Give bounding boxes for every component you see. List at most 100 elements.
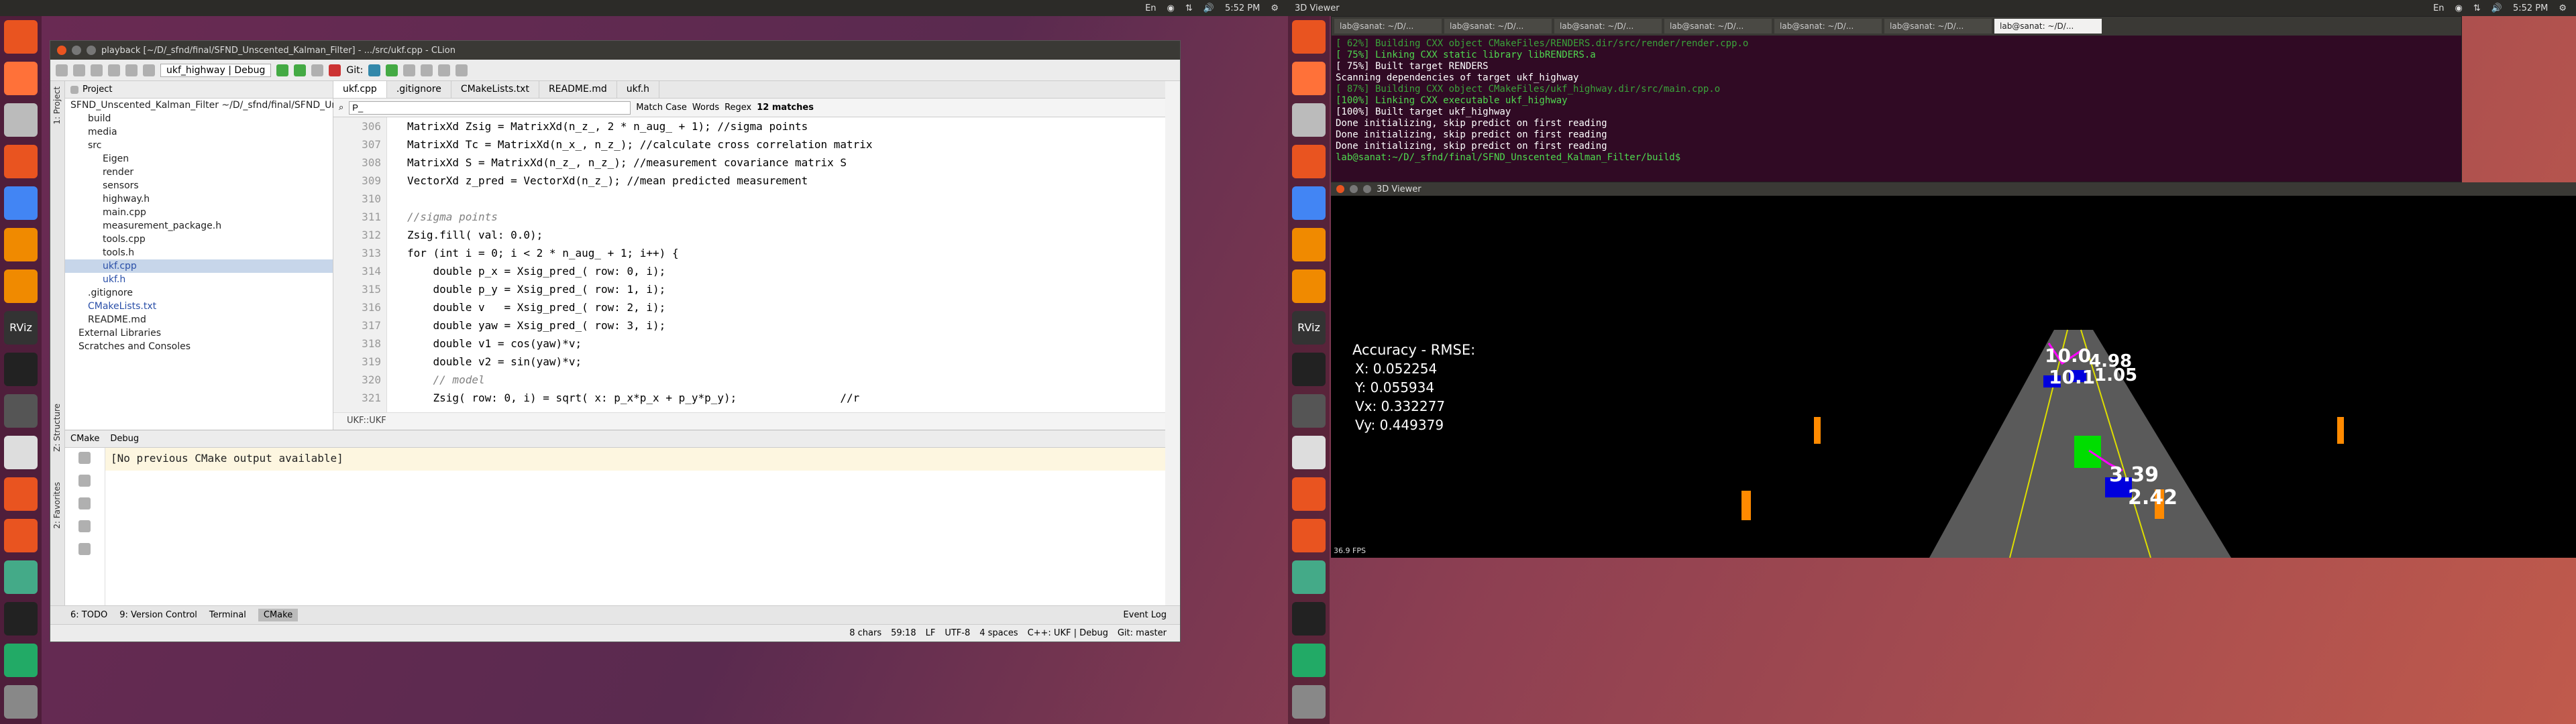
terminal-tab[interactable]: lab@sanat: ~/D/...	[1884, 19, 1992, 34]
revert-icon[interactable]	[421, 64, 433, 76]
app-icon-5[interactable]	[1292, 644, 1326, 677]
terminal-tab-active[interactable]: lab@sanat: ~/D/...	[1994, 19, 2102, 34]
keyboard-indicator[interactable]: En	[2433, 3, 2444, 13]
terminal-tab[interactable]: lab@sanat: ~/D/...	[1334, 19, 1442, 34]
tree-item-ukf-cpp[interactable]: ukf.cpp	[65, 259, 333, 273]
maximize-icon[interactable]	[1363, 185, 1371, 193]
sync-icon[interactable]	[91, 64, 103, 76]
tree-item-readme[interactable]: README.md	[65, 313, 333, 326]
tree-item-scratches[interactable]: Scratches and Consoles	[65, 340, 333, 353]
status-indent[interactable]: 4 spaces	[979, 628, 1018, 638]
build-icon[interactable]	[143, 64, 155, 76]
terminal-tab[interactable]: lab@sanat: ~/D/...	[1664, 19, 1772, 34]
tab-readme[interactable]: README.md	[539, 81, 617, 98]
chromium-icon[interactable]	[4, 186, 38, 220]
tab-cmake[interactable]: CMake	[70, 434, 99, 444]
app-icon-4[interactable]	[1292, 560, 1326, 594]
terminal-output[interactable]: [ 62%] Building CXX object CMakeFiles/RE…	[1332, 36, 2461, 166]
find-input[interactable]	[349, 101, 631, 115]
trash-icon[interactable]	[1292, 685, 1326, 719]
open-icon[interactable]	[56, 64, 68, 76]
chromium-icon[interactable]	[1292, 186, 1326, 220]
tree-item-main-cpp[interactable]: main.cpp	[65, 206, 333, 219]
trash-icon[interactable]	[78, 543, 91, 555]
transfer-icon[interactable]: ⇅	[1185, 3, 1193, 13]
save-icon[interactable]	[73, 64, 85, 76]
project-tool-tab[interactable]: 1: Project	[50, 81, 64, 130]
software-icon[interactable]	[4, 145, 38, 178]
volume-icon[interactable]: 🔊	[1203, 3, 1214, 13]
debug-icon[interactable]	[294, 64, 307, 76]
status-encoding[interactable]: UTF-8	[945, 628, 970, 638]
git-commit-icon[interactable]	[386, 64, 398, 76]
app-icon-2[interactable]	[4, 477, 38, 511]
minimize-icon[interactable]	[72, 46, 81, 55]
tree-item-sensors[interactable]: sensors	[65, 179, 333, 192]
gear-icon[interactable]: ⚙	[2559, 3, 2567, 13]
event-log-button[interactable]: Event Log	[1123, 610, 1180, 620]
stop-icon[interactable]	[329, 64, 341, 76]
tree-item-gitignore[interactable]: .gitignore	[65, 286, 333, 300]
project-label[interactable]: Project	[83, 84, 112, 95]
search-icon[interactable]	[455, 64, 468, 76]
status-line-ending[interactable]: LF	[926, 628, 936, 638]
ubuntu-dash-icon[interactable]	[4, 20, 38, 54]
rviz-icon[interactable]: RViz	[4, 311, 38, 345]
terminal-tab[interactable]: lab@sanat: ~/D/...	[1774, 19, 1882, 34]
terminal-icon[interactable]	[1292, 353, 1326, 386]
app-icon-3[interactable]	[1292, 519, 1326, 552]
git-history-icon[interactable]	[403, 64, 416, 76]
words-checkbox[interactable]: Words	[692, 103, 719, 113]
firefox-icon[interactable]	[4, 62, 38, 95]
git-update-icon[interactable]	[368, 64, 381, 76]
terminal-icon[interactable]	[4, 353, 38, 386]
rviz-icon[interactable]: RViz	[1292, 311, 1326, 345]
stop-icon[interactable]	[78, 475, 91, 487]
tab-terminal[interactable]: Terminal	[209, 610, 246, 620]
tree-item-src[interactable]: src	[65, 139, 333, 152]
tree-item-render[interactable]: render	[65, 166, 333, 179]
close-icon[interactable]	[1336, 185, 1344, 193]
editor-icon[interactable]	[1292, 436, 1326, 469]
match-case-checkbox[interactable]: Match Case	[636, 103, 687, 113]
tab-ukf-cpp[interactable]: ukf.cpp	[333, 81, 387, 98]
vlc-icon[interactable]	[4, 228, 38, 261]
minimize-icon[interactable]	[1350, 185, 1358, 193]
tree-item-measurement-package-h[interactable]: measurement_package.h	[65, 219, 333, 233]
regex-checkbox[interactable]: Regex	[724, 103, 751, 113]
code-area[interactable]: 306 307 308 309 310 311 312 313 314 315 …	[333, 117, 1165, 412]
software-icon[interactable]	[1292, 145, 1326, 178]
terminal-tab[interactable]: lab@sanat: ~/D/...	[1444, 19, 1552, 34]
network-icon[interactable]: ◉	[2455, 3, 2463, 13]
reload-icon[interactable]	[78, 452, 91, 464]
vlc-icon-2[interactable]	[1292, 269, 1326, 303]
print-icon[interactable]	[78, 520, 91, 532]
maximize-icon[interactable]	[87, 46, 96, 55]
files-icon[interactable]	[1292, 103, 1326, 137]
app-icon-5[interactable]	[4, 644, 38, 677]
tree-item-external-libraries[interactable]: External Libraries	[65, 326, 333, 340]
breadcrumb[interactable]: UKF::UKF	[333, 412, 1165, 430]
tab-todo[interactable]: 6: TODO	[70, 610, 107, 620]
highway-scene[interactable]: 10.0 4.98 10.1 1.05 3.39 2.42	[1331, 196, 2576, 558]
volume-icon[interactable]: 🔊	[2491, 3, 2502, 13]
terminal-tab[interactable]: lab@sanat: ~/D/...	[1554, 19, 1662, 34]
coverage-icon[interactable]	[311, 64, 324, 76]
run-icon[interactable]	[276, 64, 289, 76]
status-context[interactable]: C++: UKF | Debug	[1028, 628, 1108, 638]
tab-cmakelists[interactable]: CMakeLists.txt	[451, 81, 539, 98]
status-position[interactable]: 59:18	[891, 628, 916, 638]
clock[interactable]: 5:52 PM	[1225, 3, 1260, 13]
gear-icon[interactable]: ⚙	[1271, 3, 1279, 13]
transfer-icon[interactable]: ⇅	[2473, 3, 2481, 13]
close-icon[interactable]	[57, 46, 66, 55]
status-git-branch[interactable]: Git: master	[1118, 628, 1167, 638]
trash-icon[interactable]	[4, 685, 38, 719]
tab-debug[interactable]: Debug	[110, 434, 139, 444]
ubuntu-dash-icon[interactable]	[1292, 20, 1326, 54]
app-icon-3[interactable]	[4, 519, 38, 552]
vlc-icon[interactable]	[1292, 228, 1326, 261]
tree-item-eigen[interactable]: Eigen	[65, 152, 333, 166]
app-icon[interactable]	[1292, 394, 1326, 428]
tree-item-highway-h[interactable]: highway.h	[65, 192, 333, 206]
